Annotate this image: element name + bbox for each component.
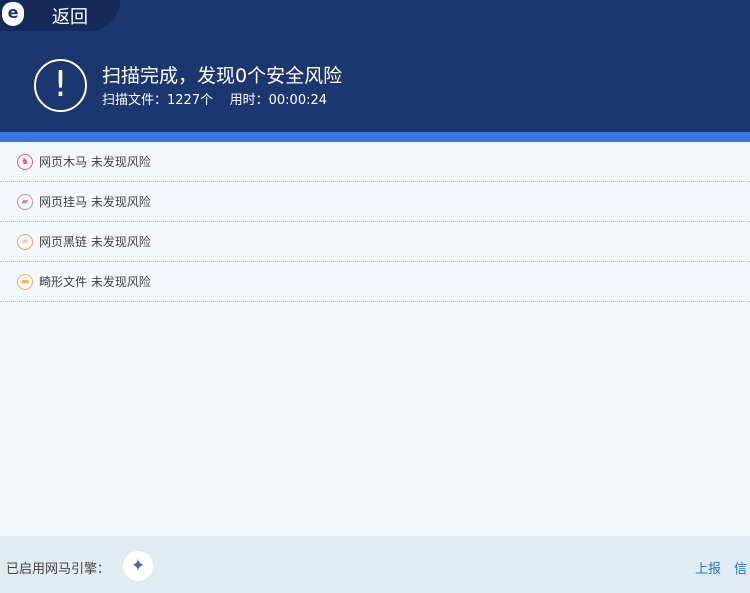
files-scanned: 扫描文件：1227个 (102, 93, 214, 108)
scan-stats: 扫描文件：1227个 用时：00:00:24 (102, 89, 327, 108)
result-item-blacklink: ∞ 网页黑链 未发现风险 (0, 222, 750, 262)
scan-result-title: 扫描完成，发现0个安全风险 (102, 65, 343, 87)
result-item-hang-horse: ▰ 网页挂马 未发现风险 (0, 182, 750, 222)
elapsed-time: 用时：00:00:24 (229, 93, 328, 108)
item-name: 网页黑链 (39, 235, 88, 249)
header: e 返回 ! 扫描完成，发现0个安全风险 扫描文件：1227个 用时：00:00… (0, 0, 750, 132)
progress-bar (0, 132, 750, 142)
result-item-trojan: ♞ 网页木马 未发现风险 (0, 142, 750, 182)
result-list: ♞ 网页木马 未发现风险 ▰ 网页挂马 未发现风险 ∞ 网页黑链 未发现风险 ▬ 畸形文… (0, 142, 750, 302)
trust-link[interactable]: 信 (734, 558, 750, 577)
result-item-malformed: ▬ 畸形文件 未发现风险 (0, 262, 750, 302)
shield-logo-icon: e (2, 2, 24, 26)
item-status: 未发现风险 (90, 195, 151, 209)
item-name: 网页木马 (39, 155, 88, 169)
item-name: 网页挂马 (39, 195, 88, 209)
horse-icon: ♞ (17, 153, 33, 170)
item-status: 未发现风险 (90, 155, 151, 169)
item-status: 未发现风险 (90, 235, 151, 249)
folder-icon: ▬ (17, 273, 33, 290)
item-name: 畸形文件 (39, 275, 88, 289)
engine-logo-icon: ✦ (123, 551, 153, 581)
hook-icon: ▰ (17, 193, 33, 210)
report-link[interactable]: 上报 (695, 558, 721, 577)
footer: 已启用网马引擎： ✦ 上报 信 (0, 536, 750, 593)
link-icon: ∞ (17, 233, 33, 250)
back-label: 返回 (52, 7, 88, 28)
exclamation-icon: ! (34, 59, 87, 112)
engine-label: 已启用网马引擎： (6, 562, 111, 577)
back-button[interactable]: e 返回 (0, 0, 120, 31)
item-status: 未发现风险 (90, 275, 151, 289)
